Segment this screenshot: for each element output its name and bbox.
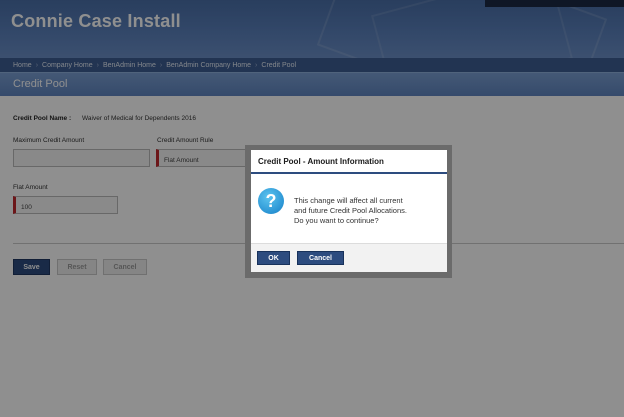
- question-icon: ?: [258, 188, 284, 214]
- dialog-message-line: and future Credit Pool Allocations.: [294, 206, 407, 215]
- dialog-footer: OK Cancel: [251, 243, 447, 272]
- dialog-message-line: This change will affect all current: [294, 196, 403, 205]
- dialog-title: Credit Pool - Amount Information: [251, 150, 447, 174]
- dialog-message-line: Do you want to continue?: [294, 216, 379, 225]
- confirm-dialog: Credit Pool - Amount Information ? This …: [251, 150, 447, 272]
- dialog-message: This change will affect all current and …: [294, 196, 444, 226]
- ok-button[interactable]: OK: [257, 251, 290, 265]
- dialog-cancel-button[interactable]: Cancel: [297, 251, 344, 265]
